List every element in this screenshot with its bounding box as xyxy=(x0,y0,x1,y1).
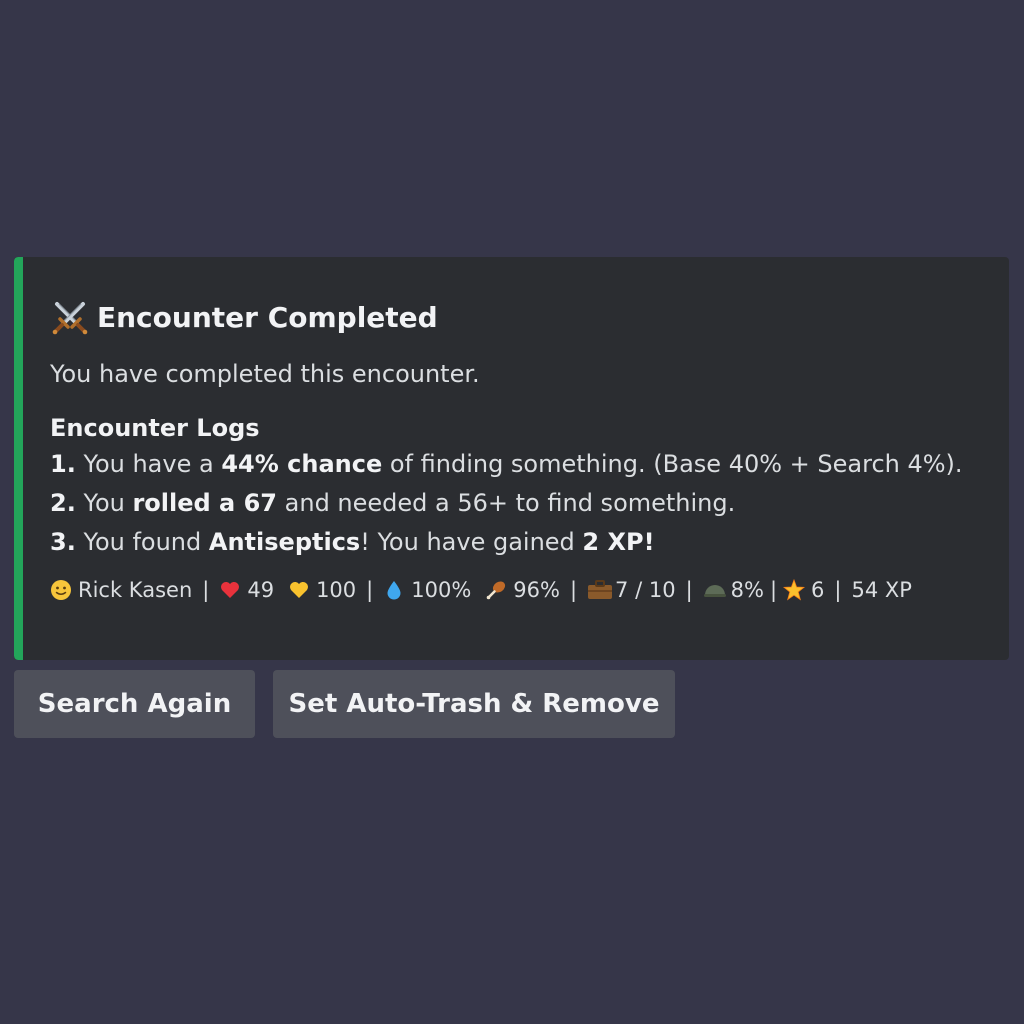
embed-accent-bar xyxy=(14,257,23,660)
stat-separator: | xyxy=(569,578,578,602)
food-stat: 96% xyxy=(485,578,560,602)
stat-separator: | xyxy=(685,578,693,602)
log-number: 3. xyxy=(50,528,76,556)
embed-title: Encounter Completed xyxy=(50,297,989,337)
inventory-stat: 7 / 10 xyxy=(587,578,676,602)
log-line-2: 2. You rolled a 67 and needed a 56+ to f… xyxy=(50,484,989,523)
inventory-value: 7 / 10 xyxy=(615,578,676,602)
level-stat: 6 xyxy=(782,578,825,602)
embed-title-text: Encounter Completed xyxy=(97,300,438,334)
stat-separator: | xyxy=(834,578,842,602)
health-stat: 49 xyxy=(219,578,274,602)
log-text: of finding something. (Base 40% + Search… xyxy=(382,450,963,478)
stat-separator: | xyxy=(202,578,210,602)
search-again-button[interactable]: Search Again xyxy=(14,670,255,738)
player-stat: Rick Kasen xyxy=(50,578,192,602)
xp-value: 54 XP xyxy=(851,578,912,602)
log-bold-text: 44% chance xyxy=(221,450,383,478)
water-value: 100% xyxy=(411,578,472,602)
player-stats-line: Rick Kasen | 49 100 | 100% 96% | 7 / 10 … xyxy=(50,574,989,606)
set-auto-trash-remove-button[interactable]: Set Auto-Trash & Remove xyxy=(273,670,675,738)
encounter-embed: Encounter Completed You have completed t… xyxy=(14,257,1009,660)
armor-stat: 8% xyxy=(703,578,764,602)
stat-separator: | xyxy=(769,578,778,602)
stamina-value: 100 xyxy=(316,578,357,602)
armor-value: 8% xyxy=(730,578,764,602)
drumstick-icon xyxy=(485,579,507,601)
log-number: 2. xyxy=(50,489,76,517)
log-line-3: 3. You found Antiseptics! You have gaine… xyxy=(50,523,989,562)
yellow-heart-icon xyxy=(288,579,310,601)
log-bold-text: Antiseptics xyxy=(208,528,361,556)
log-text: You have a xyxy=(83,450,222,478)
star-icon xyxy=(782,578,806,601)
helmet-icon xyxy=(703,579,726,601)
log-line-1: 1. You have a 44% chance of finding some… xyxy=(50,445,989,484)
water-stat: 100% xyxy=(383,578,471,602)
log-bold-text: rolled a 67 xyxy=(132,489,278,517)
food-value: 96% xyxy=(513,578,560,602)
red-heart-icon xyxy=(219,579,241,601)
briefcase-icon xyxy=(587,579,613,601)
embed-description: You have completed this encounter. xyxy=(50,360,480,388)
embed-body: Encounter Completed You have completed t… xyxy=(50,297,989,606)
encounter-logs-heading: Encounter Logs xyxy=(50,414,260,442)
droplet-icon xyxy=(383,579,405,601)
player-name: Rick Kasen xyxy=(78,578,193,602)
level-value: 6 xyxy=(811,578,825,602)
smiley-face-icon xyxy=(50,579,72,601)
health-value: 49 xyxy=(247,578,275,602)
log-number: 1. xyxy=(50,450,76,478)
log-text: You xyxy=(83,489,133,517)
stamina-stat: 100 xyxy=(288,578,356,602)
log-text: You found xyxy=(83,528,209,556)
log-text: ! You have gained xyxy=(360,528,583,556)
xp-stat: 54 XP xyxy=(852,578,912,602)
stat-separator: | xyxy=(366,578,374,602)
log-bold-text: 2 XP! xyxy=(582,528,655,556)
log-text: and needed a 56+ to find something. xyxy=(277,489,736,517)
crossed-swords-icon xyxy=(50,297,90,337)
